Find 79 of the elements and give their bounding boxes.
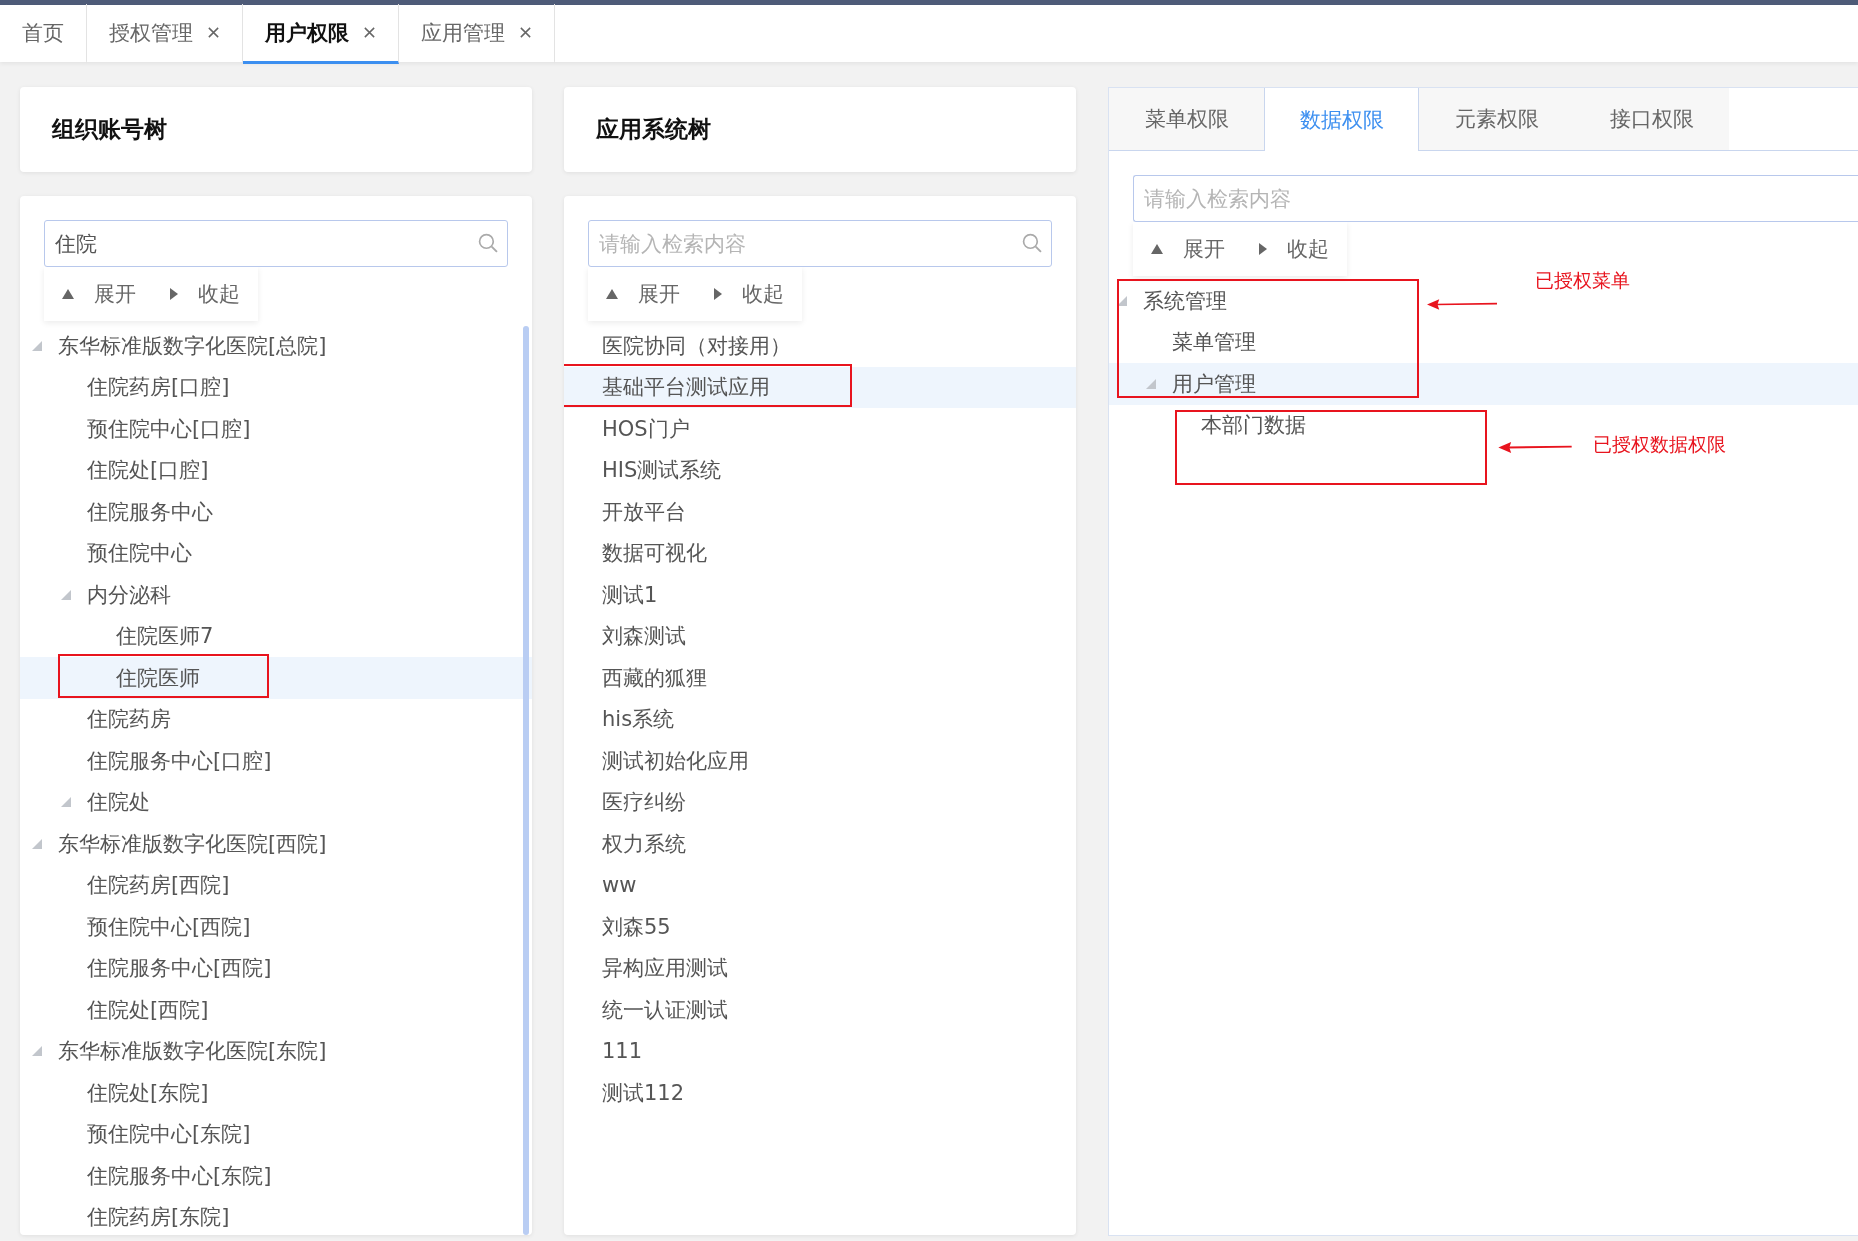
tree-node[interactable]: 预住院中心[东院] [20, 1113, 532, 1155]
tree-node[interactable]: 医疗纠纷 [564, 781, 1076, 823]
scrollbar[interactable] [523, 326, 529, 1235]
triangle-right-icon [714, 288, 722, 300]
tree-node[interactable]: 测试1 [564, 574, 1076, 616]
tree-node[interactable]: 内分泌科 [20, 574, 532, 616]
search-field[interactable]: 请输入检索内容 [1133, 175, 1858, 222]
tree-node[interactable]: 住院医师7 [20, 615, 532, 657]
tree-node[interactable]: his系统 [564, 698, 1076, 740]
tree-node[interactable]: 住院处[东院] [20, 1072, 532, 1114]
triangle-right-icon [1259, 243, 1267, 255]
tree-node[interactable]: 住院医师 [20, 657, 532, 699]
tree-node[interactable]: 住院处[西院] [20, 989, 532, 1031]
tree-node[interactable]: 住院服务中心[西院] [20, 947, 532, 989]
tree-node[interactable]: 住院药房[东院] [20, 1196, 532, 1235]
tab[interactable]: 接口权限 [1574, 88, 1729, 151]
tree-node[interactable]: 住院药房[口腔] [20, 366, 532, 408]
tree-node[interactable]: 数据可视化 [564, 532, 1076, 574]
triangle-up-icon [606, 289, 618, 299]
collapse-button[interactable]: 收起 [160, 280, 240, 308]
close-icon[interactable] [207, 26, 220, 39]
tree-node[interactable]: 住院服务中心[东院] [20, 1155, 532, 1197]
tree-node[interactable]: 统一认证测试 [564, 989, 1076, 1031]
search-field[interactable]: 住院 [44, 220, 508, 267]
annotation-text: 已授权菜单 [1535, 269, 1630, 293]
arrow [1427, 299, 1497, 310]
tree-node[interactable]: 异构应用测试 [564, 947, 1076, 989]
triangle-up-icon [62, 289, 74, 299]
tree-node[interactable]: 用户管理 [1109, 363, 1858, 405]
expand-button[interactable]: 展开 [62, 280, 136, 308]
close-icon[interactable] [519, 26, 532, 39]
panel-title: 组织账号树 [52, 115, 167, 144]
tree-node[interactable]: 预住院中心[口腔] [20, 408, 532, 450]
tree-node[interactable]: 刘森测试 [564, 615, 1076, 657]
tree-node[interactable]: 测试初始化应用 [564, 740, 1076, 782]
tree-node[interactable]: 预住院中心 [20, 532, 532, 574]
tab[interactable]: 应用管理 [399, 4, 555, 64]
tree-node[interactable]: 东华标准版数字化医院[西院] [20, 823, 532, 865]
tree-node[interactable]: 住院服务中心 [20, 491, 532, 533]
tab[interactable]: 授权管理 [87, 4, 243, 64]
tree-node[interactable]: 系统管理 [1109, 280, 1247, 322]
tree-node[interactable]: HIS测试系统 [564, 449, 1076, 491]
tree-node[interactable]: 东华标准版数字化医院[东院] [20, 1030, 532, 1072]
tree-node[interactable]: 111 [564, 1030, 1076, 1072]
collapse-button[interactable]: 收起 [704, 280, 784, 308]
tree-node[interactable]: 医院协同（对接用） [564, 325, 1076, 367]
tree-node[interactable]: 测试112 [564, 1072, 1076, 1114]
search-icon[interactable] [1022, 233, 1042, 253]
search-icon[interactable] [478, 233, 498, 253]
search-field[interactable]: 请输入检索内容 [588, 220, 1052, 267]
collapse-button[interactable]: 收起 [1249, 235, 1329, 263]
tree-node[interactable]: ww [564, 864, 1076, 906]
tree-node[interactable]: 住院服务中心[口腔] [20, 740, 532, 782]
tab[interactable]: 元素权限 [1419, 88, 1574, 151]
annotation-text: 已授权数据权限 [1593, 433, 1726, 457]
tree-node[interactable]: 住院处 [20, 781, 532, 823]
close-icon[interactable] [363, 26, 376, 39]
tab[interactable]: 用户权限 [243, 4, 399, 64]
tree-node[interactable]: 住院处[口腔] [20, 449, 532, 491]
triangle-right-icon [170, 288, 178, 300]
tree-node[interactable]: 本部门数据 [1109, 404, 1326, 446]
tree-node[interactable]: 基础平台测试应用 [564, 366, 1076, 408]
tree-node[interactable]: 预住院中心[西院] [20, 906, 532, 948]
tree-node[interactable]: 东华标准版数字化医院[总院] [20, 325, 532, 367]
tree-node[interactable]: 权力系统 [564, 823, 1076, 865]
tree-node[interactable]: 菜单管理 [1109, 321, 1276, 363]
tree-node[interactable]: 开放平台 [564, 491, 1076, 533]
expand-button[interactable]: 展开 [1151, 235, 1225, 263]
expanded-triangle-icon[interactable] [1117, 295, 1127, 306]
tree-node[interactable]: 住院药房[西院] [20, 864, 532, 906]
tree-node[interactable]: 刘森55 [564, 906, 1076, 948]
tree-node[interactable]: HOS门户 [564, 408, 1076, 450]
expand-button[interactable]: 展开 [606, 280, 680, 308]
triangle-up-icon [1151, 244, 1163, 254]
tab[interactable]: 首页 [0, 4, 87, 64]
panel-title: 应用系统树 [596, 115, 711, 144]
tab[interactable]: 菜单权限 [1109, 88, 1264, 151]
tree-node[interactable]: 住院药房 [20, 698, 532, 740]
tree-node[interactable]: 西藏的狐狸 [564, 657, 1076, 699]
